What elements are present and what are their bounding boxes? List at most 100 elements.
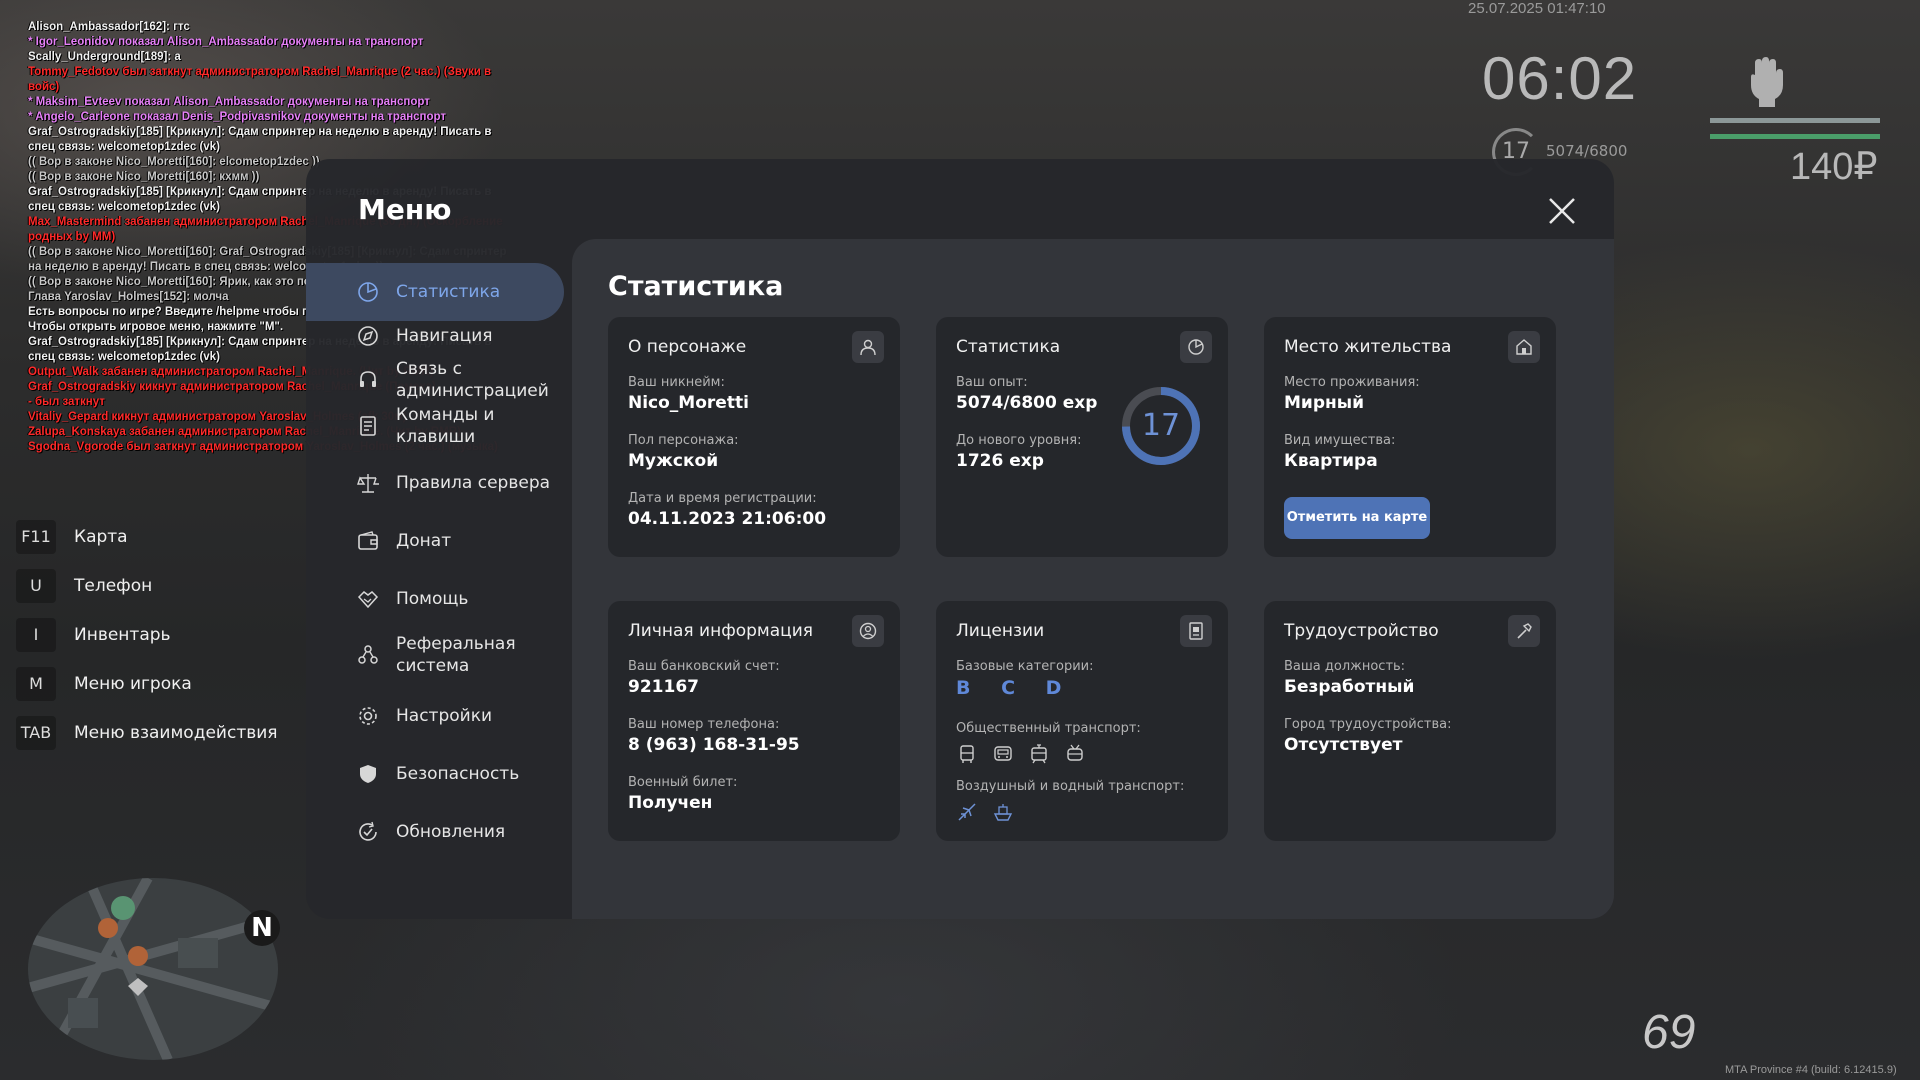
- hud-clock: 06:02: [1482, 45, 1638, 112]
- bus-icon: [956, 743, 978, 765]
- field-label: Воздушный и водный транспорт:: [956, 779, 1185, 794]
- bus-marker-icon: [111, 896, 135, 920]
- hud-exp: 5074/6800: [1546, 142, 1628, 160]
- keycap: TAB: [16, 716, 56, 750]
- nav-label: Настройки: [396, 706, 493, 726]
- nav-item-referral[interactable]: Реферальная система: [306, 626, 564, 684]
- nav-item-security[interactable]: Безопасность: [306, 745, 564, 803]
- hammer-icon: [1508, 615, 1540, 647]
- air-water-icons: [956, 801, 1014, 823]
- nickname-value: Nico_Moretti: [628, 393, 749, 413]
- hotkey-interaction-menu[interactable]: TAB Меню взаимодействия: [16, 716, 278, 750]
- hotkey-label: Телефон: [74, 576, 153, 596]
- hotkey-map[interactable]: F11 Карта: [16, 520, 278, 554]
- shield-icon: [356, 762, 380, 786]
- bank-value: 921167: [628, 677, 699, 697]
- card-title: Статистика: [956, 337, 1061, 357]
- field-label: До нового уровня:: [956, 433, 1082, 448]
- exp-value: 5074/6800 exp: [956, 393, 1098, 413]
- content-panel: Статистика О персонаже Ваш никнейм: Nico…: [572, 239, 1614, 919]
- nav-label: Обновления: [396, 822, 506, 842]
- boat-icon: [992, 801, 1014, 823]
- nav-label: Связь с администрацией: [396, 359, 549, 401]
- chart-pie-icon: [1180, 331, 1212, 363]
- license-icon: [1180, 615, 1212, 647]
- card-title: Личная информация: [628, 621, 814, 641]
- field-label: Вид имущества:: [1284, 433, 1396, 448]
- hud-datetime: 25.07.2025 01:47:10: [1468, 0, 1606, 17]
- handshake-icon: [356, 587, 380, 611]
- hotkey-player-menu[interactable]: M Меню игрока: [16, 667, 278, 701]
- property-type-value: Квартира: [1284, 451, 1378, 471]
- card-employment: Трудоустройство Ваша должность: Безработ…: [1264, 601, 1556, 841]
- minimap-roads: [28, 878, 278, 1060]
- gender-value: Мужской: [628, 451, 719, 471]
- phone-value: 8 (963) 168-31-95: [628, 735, 800, 755]
- field-label: Ваша должность:: [1284, 659, 1406, 674]
- field-label: Ваш опыт:: [956, 375, 1028, 390]
- chat-line: Tommy_Fedotov был заткнут администраторо…: [28, 66, 492, 93]
- chat-line: Alison_Ambassador[162]: гтс: [28, 21, 190, 33]
- card-residence: Место жительства Место проживания: Мирны…: [1264, 317, 1556, 557]
- nav-label: Статистика: [396, 282, 501, 302]
- marker-icon: [128, 946, 148, 966]
- chat-line: Graf_Ostrogradskiy[185] [Крикнул]: Сдам …: [28, 126, 492, 153]
- nav-item-help[interactable]: Помощь: [306, 570, 564, 628]
- field-label: Базовые категории:: [956, 659, 1094, 674]
- minimap[interactable]: [28, 878, 278, 1060]
- marker-icon: [98, 918, 118, 938]
- mark-on-map-button[interactable]: Отметить на карте: [1284, 497, 1430, 539]
- nav-item-settings[interactable]: Настройки: [306, 687, 564, 745]
- job-city-value: Отсутствует: [1284, 735, 1403, 755]
- people-network-icon: [356, 643, 380, 667]
- nav-item-rules[interactable]: Правила сервера: [306, 454, 564, 512]
- public-transport-icons: [956, 743, 1086, 765]
- nav-item-commands[interactable]: Команды и клавиши: [306, 397, 564, 455]
- chart-pie-icon: [356, 280, 380, 304]
- nav-label: Безопасность: [396, 764, 520, 784]
- gear-icon: [356, 704, 380, 728]
- field-label: Город трудоустройства:: [1284, 717, 1452, 732]
- keycap: U: [16, 569, 56, 603]
- tram-icon: [1028, 743, 1050, 765]
- next-level-value: 1726 exp: [956, 451, 1044, 471]
- card-character: О персонаже Ваш никнейм: Nico_Moretti По…: [608, 317, 900, 557]
- field-label: Дата и время регистрации:: [628, 491, 817, 506]
- nav-item-updates[interactable]: Обновления: [306, 803, 564, 861]
- field-label: Место проживания:: [1284, 375, 1420, 390]
- hotkey-inventory[interactable]: I Инвентарь: [16, 618, 278, 652]
- field-label: Пол персонажа:: [628, 433, 739, 448]
- close-icon[interactable]: [1546, 195, 1578, 227]
- field-label: Ваш номер телефона:: [628, 717, 780, 732]
- bus-front-icon: [992, 743, 1014, 765]
- license-categories: B C D: [956, 677, 1074, 699]
- card-title: Место жительства: [1284, 337, 1452, 357]
- nav-item-donate[interactable]: Донат: [306, 512, 564, 570]
- chat-line: * Maksim_Evteev показал Alison_Ambassado…: [28, 96, 430, 108]
- plane-icon: [956, 801, 978, 823]
- position-value: Безработный: [1284, 677, 1415, 697]
- hud-bars: [1710, 118, 1880, 139]
- keycap: M: [16, 667, 56, 701]
- card-statistics: Статистика Ваш опыт: 5074/6800 exp До но…: [936, 317, 1228, 557]
- nav-label: Донат: [396, 531, 452, 551]
- field-label: Общественный транспорт:: [956, 721, 1141, 736]
- menu-title: Меню: [358, 193, 452, 226]
- north-indicator: N: [244, 910, 280, 946]
- wallet-icon: [356, 529, 380, 553]
- nav-label: Помощь: [396, 589, 469, 609]
- hotkey-label: Инвентарь: [74, 625, 171, 645]
- level-number: 17: [1141, 408, 1181, 443]
- residence-value: Мирный: [1284, 393, 1365, 413]
- armor-bar: [1710, 118, 1880, 123]
- hotkey-phone[interactable]: U Телефон: [16, 569, 278, 603]
- user-circle-icon: [852, 615, 884, 647]
- card-licenses: Лицензии Базовые категории: B C D Общест…: [936, 601, 1228, 841]
- document-icon: [356, 414, 380, 438]
- health-bar: [1710, 134, 1880, 139]
- chat-line: * Igor_Leonidov показал Alison_Ambassado…: [28, 36, 424, 48]
- nav-label: Правила сервера: [396, 473, 551, 493]
- chat-line: * Angelo_Carleone показал Denis_Podpivas…: [28, 111, 447, 123]
- nav-label: Навигация: [396, 326, 493, 346]
- refresh-check-icon: [356, 820, 380, 844]
